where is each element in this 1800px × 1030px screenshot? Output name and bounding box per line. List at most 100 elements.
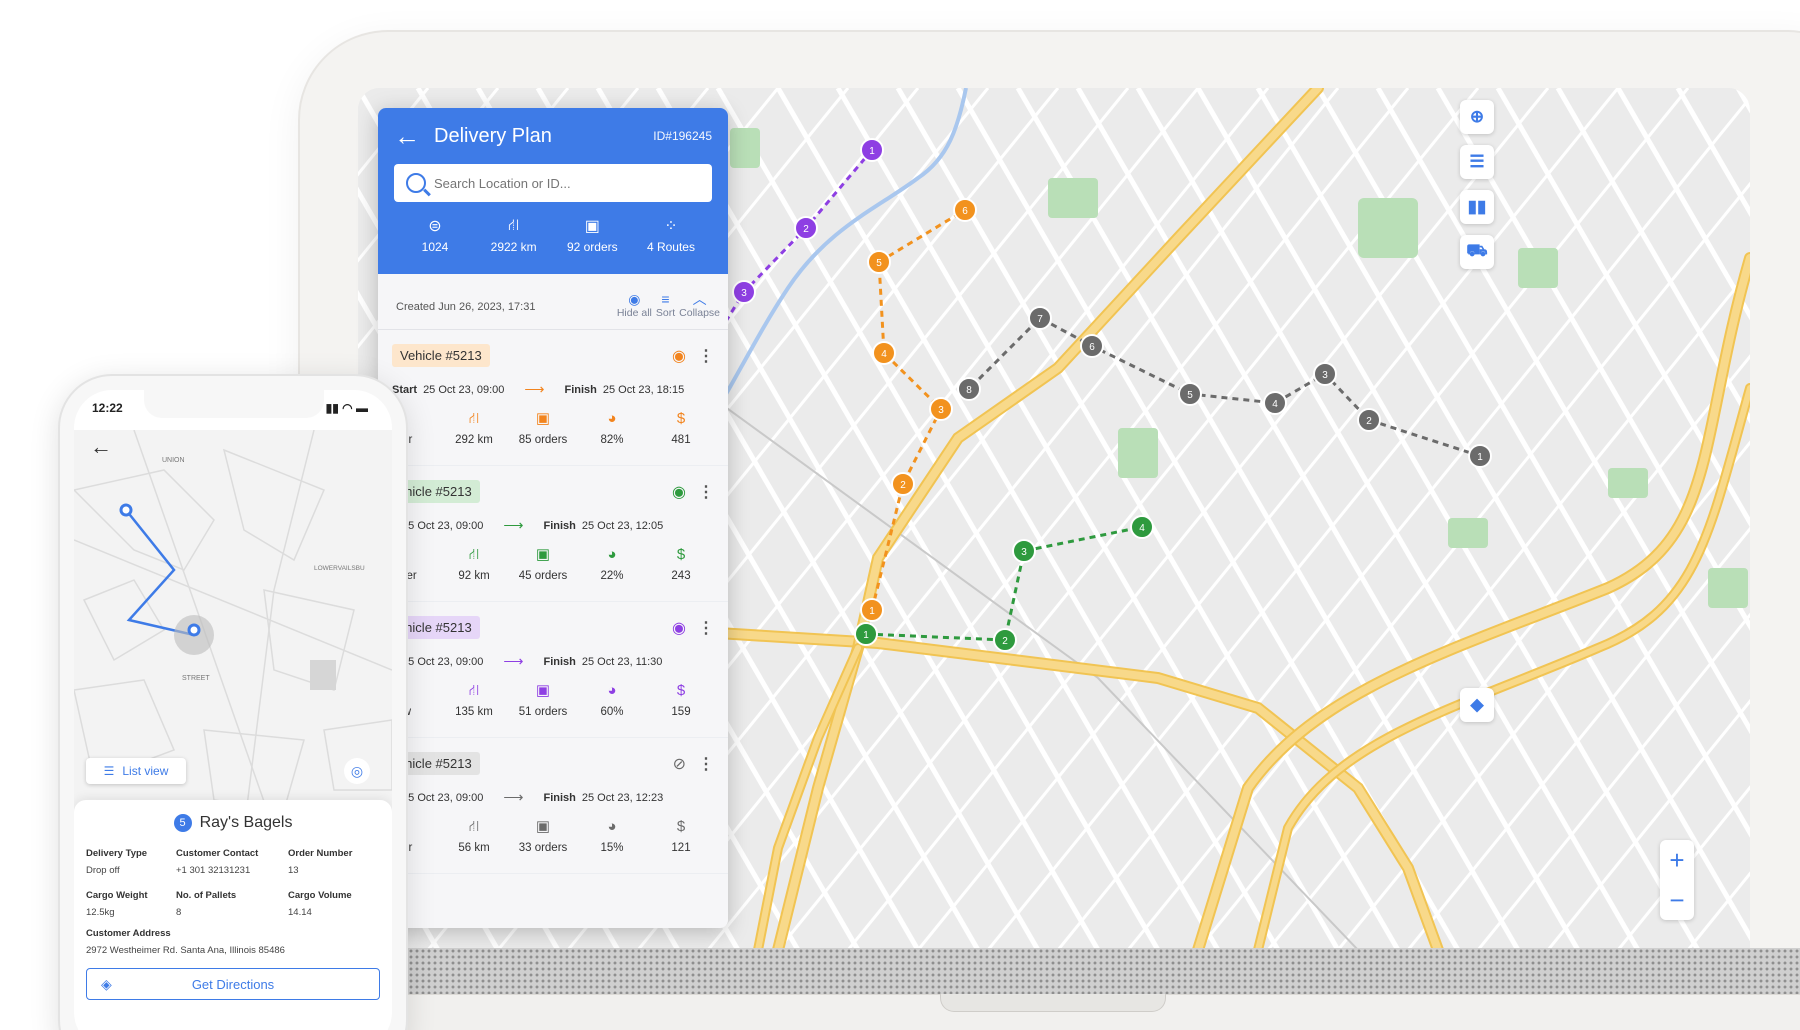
park <box>1048 178 1098 218</box>
zoom-control: + − <box>1660 840 1694 920</box>
road-icon: ⛙ <box>468 818 480 835</box>
address-label: Customer Address <box>86 928 171 939</box>
green-stop-marker[interactable]: 1 <box>854 622 878 646</box>
locate-me-button[interactable]: ◎ <box>344 758 370 784</box>
vehicle-card[interactable]: Vehicle #5213 ⊘ ⋮ art 25 Oct 23, 09:00 ⟶… <box>378 738 728 874</box>
green-stop-marker[interactable]: 4 <box>1130 515 1154 539</box>
stop-fields: Delivery Type Drop off Customer Contact +1… <box>86 848 353 918</box>
arrow-right-icon: ⟶ <box>524 381 545 397</box>
place-name: Ray's Bagels <box>199 814 293 831</box>
eye-off-icon[interactable]: ⊘ <box>673 754 686 774</box>
more-icon[interactable]: ⋮ <box>698 482 714 502</box>
svg-text:2: 2 <box>1002 636 1008 647</box>
schedule-row: art 25 Oct 23, 09:00 ⟶ Finish 25 Oct 23,… <box>382 789 664 805</box>
green-stop-marker[interactable]: 3 <box>1012 539 1036 563</box>
more-icon[interactable]: ⋮ <box>698 618 714 638</box>
purple-stop-marker[interactable]: 3 <box>732 280 756 304</box>
directions-icon: ◈ <box>101 975 112 992</box>
arrow-right-icon: ⟶ <box>503 789 524 805</box>
list-view-button[interactable]: ☰ List view <box>86 758 186 784</box>
vehicles-button[interactable]: ⛟ <box>1460 235 1494 269</box>
stat-routes: ⁘ 4 Routes <box>646 218 695 254</box>
load-pie-icon: ◕ <box>607 410 617 427</box>
svg-text:3: 3 <box>938 405 944 416</box>
list-icon: ☰ <box>1469 152 1485 171</box>
more-icon[interactable]: ⋮ <box>698 346 714 366</box>
back-arrow-icon[interactable]: ← <box>394 123 420 149</box>
clock: 12:22 <box>92 401 123 415</box>
box-icon: ▣ <box>535 410 551 427</box>
green-stop-marker[interactable]: 2 <box>993 628 1017 652</box>
svg-text:5: 5 <box>876 258 882 269</box>
vehicle-card[interactable]: Vehicle #5213 ◉ ⋮ art 25 Oct 23, 09:00 ⟶… <box>378 602 728 738</box>
sort-button[interactable]: ≡ Sort <box>656 291 675 319</box>
arrow-right-icon: ⟶ <box>503 653 524 669</box>
origin-pin <box>119 503 133 517</box>
orange-stop-marker[interactable]: 3 <box>929 397 953 421</box>
gray-stop-marker[interactable]: 3 <box>1313 362 1337 386</box>
chevron-up-icon: ︿ <box>692 291 707 307</box>
vehicle-card[interactable]: Vehicle #5213 ◉ ⋮ art 25 Oct 23, 09:00 ⟶… <box>378 466 728 602</box>
chart-icon: ▮▮ <box>1467 197 1487 216</box>
road-icon: ⛙ <box>468 682 480 699</box>
panel-title: Delivery Plan <box>434 124 552 147</box>
schedule-row: art 25 Oct 23, 09:00 ⟶ Finish 25 Oct 23,… <box>382 653 663 669</box>
list-view-button[interactable]: ☰ <box>1460 145 1494 179</box>
dollar-icon: $ <box>676 682 686 699</box>
created-date: Created Jun 26, 2023, 17:31 <box>396 301 536 313</box>
more-icon[interactable]: ⋮ <box>698 754 714 774</box>
purple-stop-marker[interactable]: 1 <box>860 138 884 162</box>
eye-icon[interactable]: ◉ <box>672 618 686 638</box>
sort-icon: ≡ <box>661 291 670 307</box>
schedule-row: art 25 Oct 23, 09:00 ⟶ Finish 25 Oct 23,… <box>382 517 664 533</box>
orange-stop-marker[interactable]: 2 <box>891 472 915 496</box>
add-location-button[interactable]: ⊕ <box>1460 100 1494 134</box>
back-arrow-icon[interactable]: ← <box>90 434 112 460</box>
collapse-button[interactable]: ︿ Collapse <box>679 291 720 319</box>
plan-id: ID#196245 <box>653 129 712 143</box>
eye-icon[interactable]: ◉ <box>672 346 686 366</box>
orange-stop-marker[interactable]: 1 <box>860 598 884 622</box>
map-label: UNION <box>162 457 185 464</box>
gray-stop-marker[interactable]: 7 <box>1028 306 1052 330</box>
analytics-button[interactable]: ▮▮ <box>1460 190 1494 224</box>
vehicle-metrics: ⛟hiller⛙292 km▣85 orders◕82%$481 <box>388 410 720 446</box>
map-label: LOWERVAILSBU <box>314 565 365 572</box>
orange-stop-marker[interactable]: 5 <box>867 250 891 274</box>
search-icon <box>406 173 426 193</box>
svg-text:3: 3 <box>741 288 747 299</box>
search-input[interactable] <box>434 175 700 191</box>
schedule-row: Start 25 Oct 23, 09:00 ⟶ Finish 25 Oct 2… <box>392 381 685 397</box>
purple-stop-marker[interactable]: 2 <box>794 216 818 240</box>
park <box>730 128 760 168</box>
orange-stop-marker[interactable]: 6 <box>953 198 977 222</box>
park <box>1358 198 1418 258</box>
get-directions-button[interactable]: ◈ Get Directions <box>86 968 380 1000</box>
layers-button[interactable]: ◆ <box>1460 688 1494 722</box>
zoom-in-button[interactable]: + <box>1660 840 1694 880</box>
gray-stop-marker[interactable]: 4 <box>1263 391 1287 415</box>
gray-stop-marker[interactable]: 8 <box>957 377 981 401</box>
gray-stop-marker[interactable]: 1 <box>1468 444 1492 468</box>
load-pie-icon: ◕ <box>607 818 617 835</box>
gray-stop-marker[interactable]: 6 <box>1080 334 1104 358</box>
hide-all-button[interactable]: ◉ Hide all <box>617 291 652 319</box>
park <box>1448 518 1488 548</box>
svg-text:4: 4 <box>1139 523 1145 534</box>
eye-icon[interactable]: ◉ <box>672 482 686 502</box>
gray-stop-marker[interactable]: 2 <box>1357 408 1381 432</box>
svg-text:2: 2 <box>803 224 809 235</box>
svg-text:6: 6 <box>1089 342 1095 353</box>
svg-text:1: 1 <box>863 630 869 641</box>
zoom-out-button[interactable]: − <box>1660 880 1694 920</box>
panel-header: ← Delivery Plan ID#196245 ⊜1024 ⛙2922 km… <box>378 108 728 274</box>
park <box>1708 568 1748 608</box>
address-value: 2972 Westheimer Rd. Santa Ana, Illinois … <box>86 945 285 956</box>
orange-stop-marker[interactable]: 4 <box>872 341 896 365</box>
gray-stop-marker[interactable]: 5 <box>1178 382 1202 406</box>
vehicle-card[interactable]: Vehicle #5213 ◉ ⋮ Start 25 Oct 23, 09:00… <box>378 330 728 466</box>
vehicle-metrics: ⛟Raw⛙135 km▣51 orders◕60%$159 <box>388 682 720 718</box>
vehicle-metrics: ⛟hiller⛙56 km▣33 orders◕15%$121 <box>388 818 720 854</box>
stop-number-badge: 5 <box>173 814 192 832</box>
stat-orders: ▣ 92 orders <box>566 218 618 254</box>
